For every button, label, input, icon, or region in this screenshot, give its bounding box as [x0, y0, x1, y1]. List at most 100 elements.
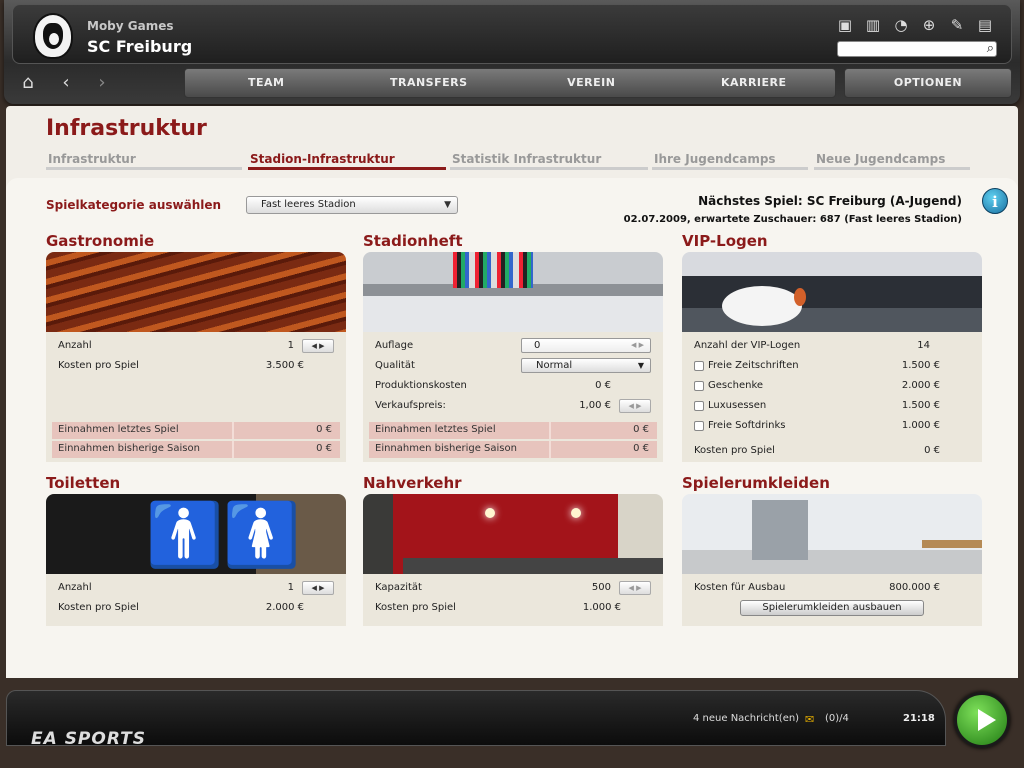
row-value: 0 € — [595, 380, 611, 391]
menu-transfers[interactable]: TRANSFERS — [348, 69, 511, 97]
table-shape — [722, 286, 802, 326]
printer-cables — [453, 252, 533, 288]
row-label: Kosten pro Spiel — [694, 445, 775, 456]
income-label: Einnahmen letztes Spiel — [58, 424, 179, 435]
checkbox-luxusessen[interactable] — [694, 401, 704, 411]
loading-icon[interactable]: ◔ — [891, 15, 911, 35]
card-body: Anzahl der VIP-Logen 14 Freie Zeitschrif… — [682, 332, 982, 462]
option-price: 1.500 € — [901, 360, 940, 371]
news-text[interactable]: 4 neue Nachricht(en) — [693, 713, 799, 724]
option-label: Freie Softdrinks — [708, 420, 786, 431]
info-icon[interactable]: i — [982, 188, 1008, 214]
mail-icon[interactable]: ✉ — [805, 713, 814, 726]
kapazitaet-stepper[interactable]: ◀ ▶ — [619, 581, 651, 595]
row-label: Kosten pro Spiel — [375, 602, 456, 613]
qualitaet-value: Normal — [536, 360, 573, 371]
gastronomie-image — [46, 252, 346, 332]
card-title: Spielerumkleiden — [682, 474, 830, 492]
card-title: VIP-Logen — [682, 232, 768, 250]
tab-ihre-jugendcamps[interactable]: Ihre Jugendcamps — [652, 152, 808, 170]
mail-count: (0)/4 — [825, 713, 849, 724]
row-label: Qualität — [375, 360, 415, 371]
row-value: 1,00 € — [579, 400, 611, 411]
chevron-down-icon: ▼ — [637, 361, 644, 370]
card-title: Nahverkehr — [363, 474, 462, 492]
income-label: Einnahmen bisherige Saison — [375, 443, 517, 454]
nav-row: ⌂ ‹ › TEAM TRANSFERS VEREIN KARRIERE OPT… — [12, 68, 1012, 100]
search-input[interactable]: ⌕ — [837, 41, 997, 57]
options-button[interactable]: OPTIONEN — [844, 68, 1012, 98]
restroom-icon: 🚹🚺 — [146, 498, 301, 571]
row-label: Kosten pro Spiel — [58, 360, 139, 371]
category-selected: Fast leeres Stadion — [261, 199, 356, 210]
chevron-down-icon: ▼ — [444, 200, 451, 210]
footer-bar: EA SPORTS 4 neue Nachricht(en) ✉ (0)/4 2… — [6, 690, 946, 749]
top-icons: ▣ ▥ ◔ ⊕ ✎ ▤ — [835, 15, 995, 35]
globe-icon[interactable]: ⊕ — [919, 15, 939, 35]
divider — [232, 422, 234, 439]
option-price: 1.000 € — [901, 420, 940, 431]
card-toiletten: Toiletten 🚹🚺 Anzahl 1 ◀ ▶ Kosten pro Spi… — [46, 474, 346, 626]
option-label: Geschenke — [708, 380, 764, 391]
tab-infrastruktur[interactable]: Infrastruktur — [46, 152, 242, 170]
divider — [549, 441, 551, 458]
row-value: 14 — [917, 340, 930, 351]
income-value: 0 € — [633, 443, 649, 454]
auflage-input[interactable]: 0 ◀ ▶ — [521, 338, 651, 353]
card-body: Kosten für Ausbau 800.000 € Spielerumkle… — [682, 574, 982, 626]
checkbox-geschenke[interactable] — [694, 381, 704, 391]
train-light — [485, 508, 495, 518]
card-body: Auflage 0 ◀ ▶ Qualität Normal ▼ Produkti… — [363, 332, 663, 462]
back-icon[interactable]: ‹ — [54, 72, 78, 93]
main-menu: TEAM TRANSFERS VEREIN KARRIERE — [184, 68, 836, 98]
row-label: Kosten pro Spiel — [58, 602, 139, 613]
header: Moby Games SC Freiburg ▣ ▥ ◔ ⊕ ✎ ▤ ⌕ ⌂ ‹… — [4, 0, 1020, 104]
window-icon[interactable]: ▣ — [835, 15, 855, 35]
qualitaet-select[interactable]: Normal ▼ — [521, 358, 651, 373]
platform-shape — [403, 558, 663, 574]
door-shape — [752, 500, 808, 560]
row-label: Anzahl — [58, 340, 92, 351]
ausbauen-button[interactable]: Spielerumkleiden ausbauen — [740, 600, 924, 616]
checkbox-freie-softdrinks[interactable] — [694, 421, 704, 431]
option-price: 2.000 € — [901, 380, 940, 391]
clock: 21:18 — [903, 713, 935, 724]
income-label: Einnahmen letztes Spiel — [375, 424, 496, 435]
row-value: 1.000 € — [582, 602, 621, 613]
card-body: Anzahl 1 ◀ ▶ Kosten pro Spiel 2.000 € — [46, 574, 346, 626]
row-label: Produktionskosten — [375, 380, 467, 391]
main-panel: Infrastruktur Infrastruktur Stadion-Infr… — [6, 106, 1018, 678]
option-price: 1.500 € — [901, 400, 940, 411]
toiletten-image: 🚹🚺 — [46, 494, 346, 574]
tab-statistik-infrastruktur[interactable]: Statistik Infrastruktur — [450, 152, 648, 170]
stepper-icon[interactable]: ◀ ▶ — [631, 339, 644, 352]
verkaufspreis-stepper[interactable]: ◀ ▶ — [619, 399, 651, 413]
tools-icon[interactable]: ✎ — [947, 15, 967, 35]
umkleiden-image — [682, 494, 982, 574]
header-top: Moby Games SC Freiburg ▣ ▥ ◔ ⊕ ✎ ▤ ⌕ — [12, 4, 1012, 64]
row-label: Anzahl — [58, 582, 92, 593]
checkbox-freie-zeitschriften[interactable] — [694, 361, 704, 371]
anzahl-stepper[interactable]: ◀ ▶ — [302, 581, 334, 595]
category-label: Spielkategorie auswählen — [46, 198, 222, 212]
menu-verein[interactable]: VEREIN — [510, 69, 673, 97]
card-gastronomie: Gastronomie Anzahl 1 ◀ ▶ Kosten pro Spie… — [46, 232, 346, 462]
forward-icon[interactable]: › — [90, 72, 114, 93]
footer: EA SPORTS 4 neue Nachricht(en) ✉ (0)/4 2… — [0, 678, 1024, 768]
category-select[interactable]: Fast leeres Stadion ▼ — [246, 196, 458, 214]
menu-karriere[interactable]: KARRIERE — [673, 69, 836, 97]
stats-icon[interactable]: ▥ — [863, 15, 883, 35]
ea-sports-logo: EA SPORTS — [31, 729, 147, 749]
menu-team[interactable]: TEAM — [185, 69, 348, 97]
continue-button[interactable] — [954, 692, 1010, 748]
tab-neue-jugendcamps[interactable]: Neue Jugendcamps — [814, 152, 970, 170]
home-icon[interactable]: ⌂ — [16, 72, 40, 93]
income-season-row: Einnahmen bisherige Saison 0 € — [369, 441, 657, 458]
option-label: Freie Zeitschriften — [708, 360, 799, 371]
anzahl-stepper[interactable]: ◀ ▶ — [302, 339, 334, 353]
row-label: Verkaufspreis: — [375, 400, 446, 411]
search-icon[interactable]: ⌕ — [987, 41, 994, 56]
tab-stadion-infrastruktur[interactable]: Stadion-Infrastruktur — [248, 152, 446, 170]
vip-image — [682, 252, 982, 332]
document-icon[interactable]: ▤ — [975, 15, 995, 35]
